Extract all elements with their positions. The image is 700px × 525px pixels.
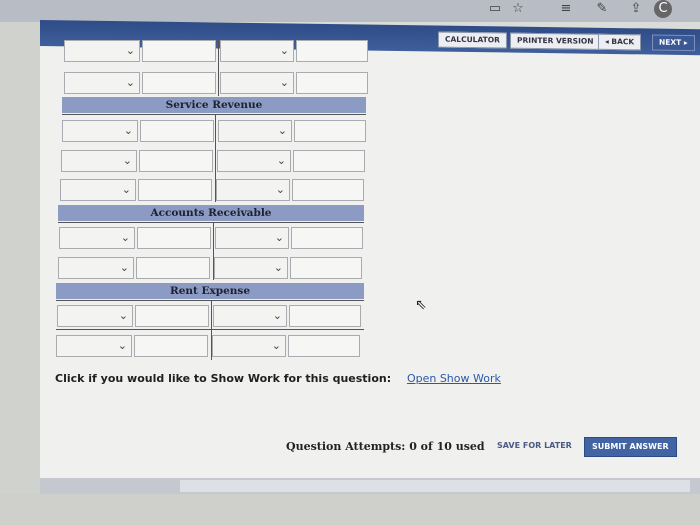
chevron-down-icon: ⌄ xyxy=(275,183,285,196)
account-dropdown[interactable]: ⌄ xyxy=(64,40,140,62)
account-dropdown[interactable]: ⌄ xyxy=(57,305,133,327)
amount-field[interactable] xyxy=(289,305,361,327)
t-account-divider xyxy=(213,222,214,280)
account-dropdown[interactable]: ⌄ xyxy=(218,120,292,142)
amount-field[interactable] xyxy=(288,335,360,357)
chevron-down-icon: ⌄ xyxy=(122,154,132,167)
submit-answer-button[interactable]: SUBMIT ANSWER xyxy=(584,437,677,457)
chevron-down-icon: ⌄ xyxy=(277,124,287,137)
account-dropdown[interactable]: ⌄ xyxy=(214,257,288,279)
pen-icon[interactable]: ✎ xyxy=(592,0,612,18)
account-dropdown[interactable]: ⌄ xyxy=(213,305,287,327)
printer-version-button[interactable]: PRINTER VERSION xyxy=(510,32,601,50)
t-account-rule xyxy=(62,114,366,115)
amount-field[interactable] xyxy=(135,305,209,327)
chevron-down-icon: ⌄ xyxy=(121,183,131,196)
account-dropdown[interactable]: ⌄ xyxy=(220,40,294,62)
amount-field[interactable] xyxy=(291,227,363,249)
chevron-down-icon: ⌄ xyxy=(125,76,135,89)
amount-field[interactable] xyxy=(294,120,366,142)
t-account-divider xyxy=(218,40,219,96)
favorite-star-icon[interactable]: ☆ xyxy=(508,0,528,18)
mouse-cursor-icon: ⇖ xyxy=(415,297,427,313)
account-dropdown[interactable]: ⌄ xyxy=(216,179,290,201)
amount-field[interactable] xyxy=(296,40,368,62)
horizontal-scrollbar[interactable] xyxy=(40,478,700,494)
show-work-prompt: Click if you would like to Show Work for… xyxy=(55,372,392,385)
account-dropdown[interactable]: ⌄ xyxy=(61,150,137,172)
account-dropdown[interactable]: ⌄ xyxy=(217,150,291,172)
account-dropdown[interactable]: ⌄ xyxy=(220,72,294,94)
section-header-accounts-receivable: Accounts Receivable xyxy=(58,205,364,221)
question-attempts: Question Attempts: 0 of 10 used xyxy=(286,440,485,453)
desk-background xyxy=(0,494,700,525)
account-dropdown[interactable]: ⌄ xyxy=(60,179,136,201)
amount-field[interactable] xyxy=(296,72,368,94)
amount-field[interactable] xyxy=(142,72,216,94)
chevron-down-icon: ⌄ xyxy=(118,309,128,322)
account-dropdown[interactable]: ⌄ xyxy=(215,227,289,249)
account-dropdown[interactable]: ⌄ xyxy=(62,120,138,142)
save-for-later-button[interactable]: SAVE FOR LATER xyxy=(497,441,572,450)
t-account-rule xyxy=(56,329,364,330)
chevron-down-icon: ⌄ xyxy=(271,339,281,352)
t-account-divider xyxy=(211,300,212,360)
chevron-down-icon: ⌄ xyxy=(119,261,129,274)
scrollbar-track[interactable] xyxy=(180,480,690,492)
account-dropdown[interactable]: ⌄ xyxy=(64,72,140,94)
next-button[interactable]: NEXT ▸ xyxy=(652,34,695,52)
chevron-down-icon: ⌄ xyxy=(120,231,130,244)
amount-field[interactable] xyxy=(290,257,362,279)
favorites-list-icon[interactable]: ≡ xyxy=(556,0,576,18)
reading-view-icon[interactable]: ▭ xyxy=(485,0,505,18)
open-show-work-link[interactable]: Open Show Work xyxy=(407,372,501,385)
chevron-down-icon: ⌄ xyxy=(123,124,133,137)
chevron-down-icon: ⌄ xyxy=(117,339,127,352)
section-header-rent-expense: Rent Expense xyxy=(56,283,364,299)
chevron-down-icon: ⌄ xyxy=(279,76,289,89)
account-dropdown[interactable]: ⌄ xyxy=(59,227,135,249)
amount-field[interactable] xyxy=(137,227,211,249)
amount-field[interactable] xyxy=(134,335,208,357)
share-icon[interactable]: ⇪ xyxy=(626,0,646,18)
amount-field[interactable] xyxy=(142,40,216,62)
chevron-down-icon: ⌄ xyxy=(125,44,135,57)
account-dropdown[interactable]: ⌄ xyxy=(212,335,286,357)
chevron-down-icon: ⌄ xyxy=(273,261,283,274)
browser-top-bar: ▭ ☆ ≡ ✎ ⇪ C xyxy=(0,0,700,22)
amount-field[interactable] xyxy=(140,120,214,142)
amount-field[interactable] xyxy=(139,150,213,172)
t-account-rule xyxy=(56,300,364,301)
calculator-button[interactable]: CALCULATOR xyxy=(438,31,507,49)
section-header-service-revenue: Service Revenue xyxy=(62,97,366,113)
amount-field[interactable] xyxy=(136,257,210,279)
amount-field[interactable] xyxy=(292,179,364,201)
amount-field[interactable] xyxy=(293,150,365,172)
back-button[interactable]: ◂ BACK xyxy=(598,33,642,51)
chevron-down-icon: ⌄ xyxy=(272,309,282,322)
chevron-down-icon: ⌄ xyxy=(274,231,284,244)
account-dropdown[interactable]: ⌄ xyxy=(58,257,134,279)
left-edge xyxy=(0,0,40,525)
account-dropdown[interactable]: ⌄ xyxy=(56,335,132,357)
chevron-down-icon: ⌄ xyxy=(279,44,289,57)
show-work-line: Click if you would like to Show Work for… xyxy=(55,372,501,385)
chevron-down-icon: ⌄ xyxy=(276,154,286,167)
profile-icon[interactable]: C xyxy=(654,0,672,18)
t-account-divider xyxy=(215,114,216,202)
amount-field[interactable] xyxy=(138,179,212,201)
t-account-rule xyxy=(58,222,364,223)
